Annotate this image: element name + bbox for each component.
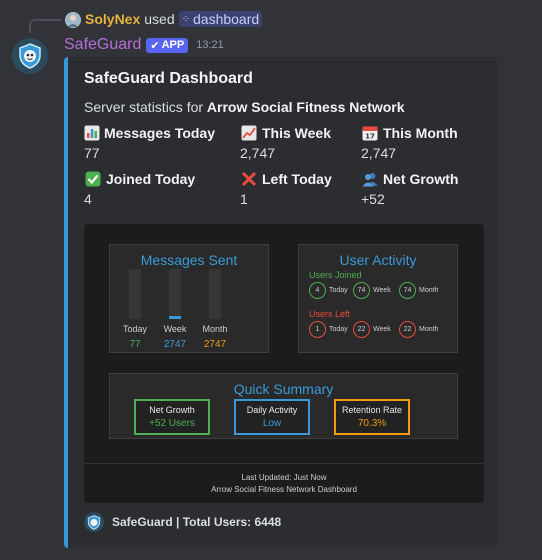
bar-value-month: 2747 <box>203 339 227 350</box>
embed-footer: SafeGuard | Total Users: 6448 <box>84 512 281 532</box>
dashboard-footer-text: Arrow Social Fitness Network Dashboard <box>211 485 357 494</box>
reply-user-avatar[interactable] <box>65 12 81 28</box>
field-value: +52 <box>361 191 385 207</box>
slash-command-icon: ⁘ <box>181 13 190 25</box>
summary-box-title: Net Growth <box>149 405 195 415</box>
joined-month-circle: 74 <box>399 282 416 299</box>
left-month-circle: 22 <box>399 321 416 338</box>
field-this-month: 17 This Month 2,747 <box>361 124 481 161</box>
field-left-today: Left Today 1 <box>240 170 360 207</box>
embed-footer-text: SafeGuard | Total Users: 6448 <box>112 515 282 529</box>
bar-label-month: Month <box>202 324 228 334</box>
daily-activity-box: Daily Activity Low <box>234 399 310 435</box>
field-name: Left Today <box>262 171 332 187</box>
check-mark-icon <box>84 170 102 188</box>
bar-label-week: Week <box>163 324 187 334</box>
left-week-label: Week <box>373 326 391 333</box>
calendar-icon: 17 <box>361 124 379 142</box>
user-activity-title: User Activity <box>339 252 417 268</box>
reply-connector <box>29 19 61 33</box>
summary-box-value: Low <box>262 418 282 429</box>
bar-month-track <box>209 269 221 319</box>
shield-icon <box>19 43 41 69</box>
shield-icon <box>84 512 104 532</box>
summary-box-title: Retention Rate <box>341 405 403 415</box>
reply-text: SolyNex used ⁘ dashboard <box>85 11 263 27</box>
description-prefix: Server statistics for <box>84 99 207 115</box>
field-value: 1 <box>240 191 248 207</box>
left-week-circle: 22 <box>353 321 370 338</box>
image-divider <box>84 463 484 464</box>
bar-chart-icon <box>84 124 100 142</box>
user-activity-panel: User Activity Users Joined 4 Today 74 We… <box>298 244 458 353</box>
bar-week-fill <box>169 316 181 319</box>
bot-name[interactable]: SafeGuard <box>64 36 141 54</box>
quick-summary-title: Quick Summary <box>233 381 334 397</box>
svg-text:17: 17 <box>365 133 375 141</box>
field-this-week: This Week 2,747 <box>240 124 360 161</box>
joined-week-label: Week <box>373 287 391 294</box>
reply-username[interactable]: SolyNex <box>85 11 140 27</box>
people-icon <box>361 170 379 188</box>
embed-description: Server statistics for Arrow Social Fitne… <box>84 99 405 115</box>
bar-value-week: 2747 <box>163 339 187 350</box>
summary-box-value: 70.3% <box>357 418 387 429</box>
field-messages-today: Messages Today 77 <box>84 124 215 161</box>
summary-box-value: +52 Users <box>149 418 195 429</box>
reply-used-text: used <box>144 11 175 27</box>
field-value: 4 <box>84 191 92 207</box>
retention-rate-box: Retention Rate 70.3% <box>334 399 410 435</box>
command-chip[interactable]: ⁘ dashboard <box>178 11 263 27</box>
messages-sent-panel: Messages Sent Today Week Month 77 2747 2… <box>109 244 269 353</box>
left-today-circle: 1 <box>309 321 326 338</box>
app-badge-label: APP <box>161 39 185 51</box>
left-month-label: Month <box>419 326 439 333</box>
net-growth-box: Net Growth +52 Users <box>134 399 210 435</box>
embed-title: SafeGuard Dashboard <box>84 70 253 87</box>
messages-sent-title: Messages Sent <box>140 252 238 268</box>
bar-week-track <box>169 269 181 319</box>
summary-box-title: Daily Activity <box>246 405 298 415</box>
field-value: 77 <box>84 145 100 161</box>
field-net-growth: Net Growth +52 <box>361 170 481 207</box>
users-joined-label: Users Joined <box>309 270 362 280</box>
left-today-label: Today <box>329 326 348 333</box>
users-left-label: Users Left <box>309 309 351 319</box>
field-value: 2,747 <box>240 145 276 161</box>
message-header: SafeGuard ✔ APP 13:21 <box>64 36 224 54</box>
field-name: This Month <box>383 125 458 141</box>
joined-today-circle: 4 <box>309 282 326 299</box>
chart-increasing-icon <box>240 124 258 142</box>
joined-month-label: Month <box>419 287 439 294</box>
field-value: 2,747 <box>361 145 397 161</box>
field-name: Messages Today <box>104 125 216 141</box>
embed-card: SafeGuard Dashboard Server statistics fo… <box>64 57 497 548</box>
joined-today-label: Today <box>329 287 348 294</box>
command-name: dashboard <box>193 11 260 27</box>
last-updated-text: Last Updated: Just Now <box>241 473 327 482</box>
quick-summary-panel: Quick Summary Net Growth +52 Users Daily… <box>109 373 458 439</box>
field-name: Net Growth <box>383 171 459 187</box>
message-timestamp[interactable]: 13:21 <box>196 39 224 51</box>
field-name: This Week <box>262 125 331 141</box>
joined-week-circle: 74 <box>353 282 370 299</box>
app-badge: ✔ APP <box>146 37 189 53</box>
server-name: Arrow Social Fitness Network <box>206 99 405 115</box>
bar-value-today: 77 <box>129 339 141 350</box>
verified-check-icon: ✔ <box>150 39 160 52</box>
bar-label-today: Today <box>122 324 148 334</box>
bar-today-track <box>129 269 141 319</box>
dashboard-image[interactable]: Messages Sent Today Week Month 77 2747 2… <box>84 224 484 503</box>
bot-avatar[interactable] <box>12 38 48 74</box>
field-joined-today: Joined Today 4 <box>84 170 204 207</box>
cross-mark-icon <box>240 170 258 188</box>
field-name: Joined Today <box>106 171 196 187</box>
